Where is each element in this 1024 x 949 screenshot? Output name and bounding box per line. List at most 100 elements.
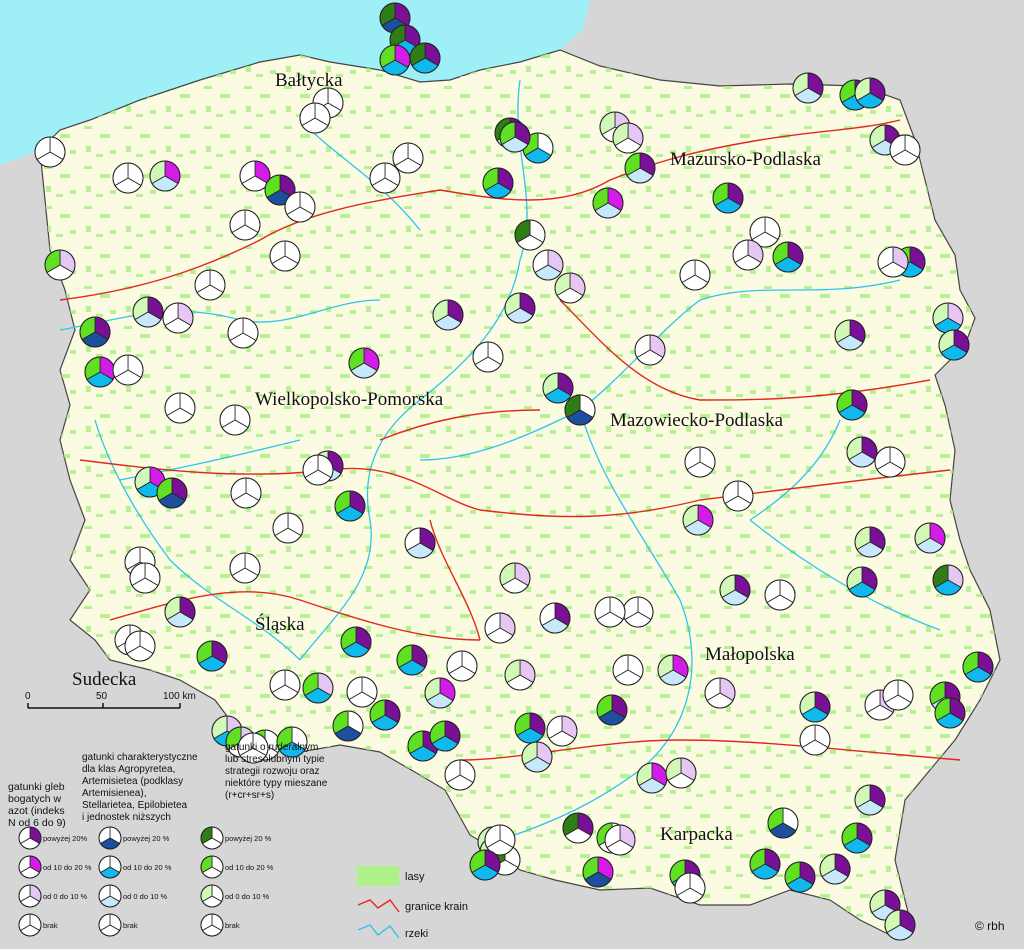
pie-marker xyxy=(446,650,478,682)
pie-marker xyxy=(499,121,531,153)
region-label-karpacka: Karpacka xyxy=(660,824,733,845)
legend-col2-title-line: Stellarietea, Epilobietea xyxy=(82,800,188,811)
pie-marker xyxy=(98,913,122,937)
pie-marker xyxy=(504,659,536,691)
pie-marker xyxy=(682,504,714,536)
poland-map: Bałtycka Mazursko-Podlaska Wielkopolsko-… xyxy=(0,0,1024,949)
pie-marker xyxy=(665,757,697,789)
pie-marker xyxy=(499,562,531,594)
pie-marker xyxy=(732,239,764,271)
pie-marker xyxy=(484,612,516,644)
legend-forest-swatch xyxy=(357,866,399,886)
legend-class-label: powyżej 20 % xyxy=(225,834,272,843)
pie-marker xyxy=(369,699,401,731)
pie-marker xyxy=(409,42,441,74)
region-label-mazursko-podlaska: Mazursko-Podlaska xyxy=(670,149,821,170)
pie-marker xyxy=(932,564,964,596)
legend-class-label: brak xyxy=(43,921,58,930)
pie-marker xyxy=(429,720,461,752)
pie-marker xyxy=(657,654,689,686)
region-label-slaska: Śląska xyxy=(255,613,305,635)
pie-marker xyxy=(612,122,644,154)
pie-marker xyxy=(841,822,873,854)
scale-label-100: 100 km xyxy=(163,691,196,702)
pie-marker xyxy=(819,853,851,885)
pie-marker xyxy=(112,162,144,194)
pie-marker xyxy=(938,329,970,361)
pie-marker xyxy=(514,219,546,251)
pie-marker xyxy=(889,134,921,166)
pie-marker xyxy=(582,856,614,888)
pie-marker xyxy=(332,710,364,742)
pie-marker xyxy=(164,392,196,424)
pie-marker xyxy=(854,526,886,558)
legend-col2-title-line: gatunki charakterystyczne xyxy=(82,752,198,763)
pie-marker xyxy=(269,669,301,701)
pie-marker xyxy=(227,317,259,349)
pie-marker xyxy=(124,630,156,662)
region-label-wielkopolsko-pomorska: Wielkopolsko-Pomorska xyxy=(255,389,444,410)
pie-marker xyxy=(98,855,122,879)
legend-class-label: od 0 do 10 % xyxy=(123,892,168,901)
pie-marker xyxy=(594,596,626,628)
pie-marker xyxy=(219,404,251,436)
pie-marker xyxy=(784,861,816,893)
pie-marker xyxy=(369,162,401,194)
pie-marker xyxy=(846,566,878,598)
pie-marker xyxy=(562,812,594,844)
pie-marker xyxy=(112,354,144,386)
pie-marker xyxy=(624,152,656,184)
pie-marker xyxy=(200,855,224,879)
pie-marker xyxy=(302,672,334,704)
pie-marker xyxy=(914,522,946,554)
pie-marker xyxy=(98,826,122,850)
pie-marker xyxy=(200,826,224,850)
legend-col1-title-line: azot (indeks xyxy=(8,805,65,817)
region-label-sudecka: Sudecka xyxy=(72,669,137,690)
pie-marker xyxy=(34,136,66,168)
pie-marker xyxy=(269,240,301,272)
pie-marker xyxy=(196,640,228,672)
pie-marker xyxy=(334,490,366,522)
pie-marker xyxy=(542,372,574,404)
pie-marker xyxy=(882,679,914,711)
pie-marker xyxy=(229,209,261,241)
pie-marker xyxy=(396,644,428,676)
pie-marker xyxy=(874,446,906,478)
pie-marker xyxy=(98,884,122,908)
pie-marker xyxy=(299,102,331,134)
credit-text: © rbh xyxy=(975,919,1005,933)
pie-marker xyxy=(592,187,624,219)
pie-marker xyxy=(704,677,736,709)
legend-col3-title-line: strategii rozwoju oraz xyxy=(225,766,319,777)
pie-marker xyxy=(194,269,226,301)
legend-col3-title-line: (r+cr+sr+s) xyxy=(225,790,274,801)
pie-marker xyxy=(767,807,799,839)
pie-marker xyxy=(229,552,261,584)
pie-marker xyxy=(722,480,754,512)
legend-col2-title-line: i jednostek niższych xyxy=(82,812,171,823)
pie-marker xyxy=(521,741,553,773)
legend-class-label: powyżej 20% xyxy=(43,834,88,843)
pie-marker xyxy=(472,341,504,373)
pie-marker xyxy=(302,454,334,486)
pie-marker xyxy=(854,77,886,109)
legend-border-label: granice krain xyxy=(405,901,468,913)
region-label-mazowiecko-podlaska: Mazowiecko-Podlaska xyxy=(610,410,784,431)
pie-marker xyxy=(854,784,886,816)
legend-class-label: od 10 do 20 % xyxy=(43,863,92,872)
pie-marker xyxy=(272,512,304,544)
pie-marker xyxy=(719,574,751,606)
pie-marker xyxy=(634,334,666,366)
pie-marker xyxy=(79,316,111,348)
pie-marker xyxy=(799,691,831,723)
pie-marker xyxy=(792,72,824,104)
pie-marker xyxy=(799,724,831,756)
pie-marker xyxy=(432,299,464,331)
pie-marker xyxy=(612,654,644,686)
pie-marker xyxy=(44,249,76,281)
pie-marker xyxy=(514,712,546,744)
pie-marker xyxy=(424,677,456,709)
pie-marker xyxy=(18,826,42,850)
legend-col3-title-line: lub stresolubnym typie xyxy=(225,754,325,765)
